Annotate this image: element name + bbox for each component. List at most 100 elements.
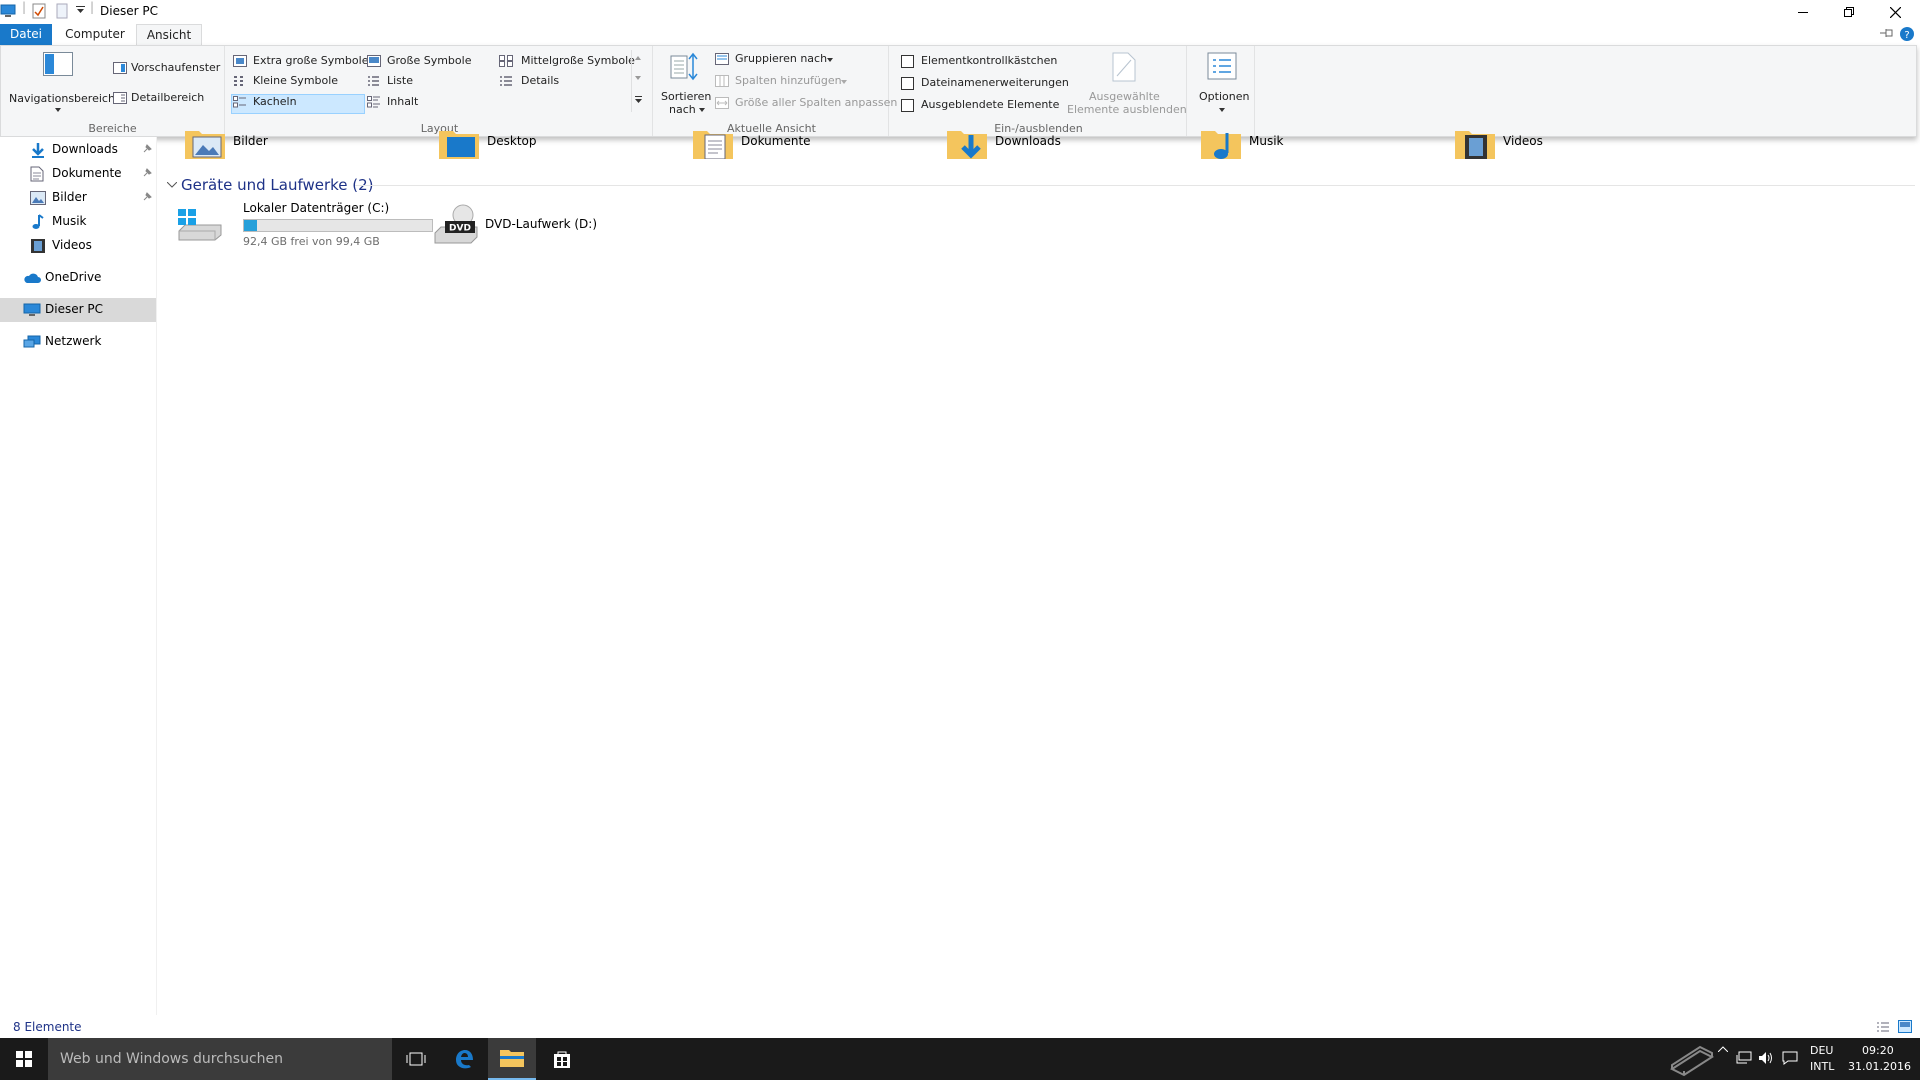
folder-videos[interactable]: Videos <box>1455 131 1655 165</box>
chevron-up-icon[interactable] <box>1718 1046 1728 1052</box>
ausgewaehlte-ausblenden-button: Ausgewählte Elemente ausblenden <box>1065 48 1187 118</box>
content-area: Bilder Desktop Dokumente Downloads Musik… <box>165 131 1917 1015</box>
layout-mittelgross[interactable]: Mittelgroße Symbole <box>499 54 639 70</box>
folder-label: Musik <box>1249 134 1284 148</box>
add-columns-icon <box>715 75 729 87</box>
clock-date[interactable]: 31.01.2016 <box>1848 1060 1911 1073</box>
navigationsbereich-button[interactable]: Navigationsbereich <box>5 48 115 118</box>
close-button[interactable] <box>1872 0 1918 24</box>
pin-icon[interactable] <box>142 144 152 154</box>
elementkontrollkaestchen-checkbox[interactable]: Elementkontrollkästchen <box>901 54 1057 70</box>
chevron-down-icon <box>827 58 833 62</box>
vorschaufenster-button[interactable]: Vorschaufenster <box>111 60 223 78</box>
status-bar: 8 Elemente <box>0 1015 1920 1038</box>
network-tray-icon[interactable] <box>1736 1051 1752 1065</box>
sortieren-label: Sortieren <box>661 90 712 103</box>
dateinamenerweiterungen-checkbox[interactable]: Dateinamenerweiterungen <box>901 76 1069 92</box>
volume-icon[interactable] <box>1758 1051 1774 1065</box>
customize-toolbar-icon[interactable] <box>76 6 85 14</box>
file-explorer-button[interactable] <box>488 1038 536 1080</box>
task-view-button[interactable] <box>392 1038 440 1080</box>
edge-icon <box>456 1050 473 1069</box>
sidebar-item-downloads[interactable]: Downloads <box>0 139 156 161</box>
layout-liste[interactable]: Liste <box>367 74 497 90</box>
optionen-label: Optionen <box>1199 90 1250 103</box>
content-icon <box>367 96 381 108</box>
drive-usage-fill <box>244 220 258 231</box>
music-folder-icon <box>1201 127 1241 161</box>
folder-downloads[interactable]: Downloads <box>947 131 1147 165</box>
checkbox-label: Elementkontrollkästchen <box>921 54 1058 67</box>
layout-gross[interactable]: Große Symbole <box>367 54 497 70</box>
chevron-up-icon[interactable] <box>635 56 641 60</box>
start-button[interactable] <box>0 1038 48 1080</box>
sortieren-button[interactable]: Sortieren nach <box>659 48 712 118</box>
pin-icon[interactable] <box>142 192 152 202</box>
large-icons-view-icon[interactable] <box>1898 1020 1912 1033</box>
edge-button[interactable] <box>440 1038 488 1080</box>
checkbox[interactable] <box>901 55 914 68</box>
checkbox[interactable] <box>901 99 914 112</box>
search-input[interactable]: Web und Windows durchsuchen <box>48 1038 392 1080</box>
sidebar-item-label: Dokumente <box>52 166 122 180</box>
ausgeblendete-elemente-checkbox[interactable]: Ausgeblendete Elemente <box>901 98 1061 114</box>
gruppieren-button[interactable]: Gruppieren nach <box>715 52 885 68</box>
windows-logo-icon <box>16 1051 32 1067</box>
sidebar-item-netzwerk[interactable]: Netzwerk <box>0 331 156 353</box>
ausgewaehlte-label-2: Elemente ausblenden <box>1067 103 1187 116</box>
layout-gallery-scroll[interactable] <box>631 50 645 112</box>
new-folder-icon[interactable] <box>56 3 68 19</box>
drive-d[interactable]: DVD DVD-Laufwerk (D:) <box>433 201 633 247</box>
checkbox[interactable] <box>901 77 914 90</box>
layout-inhalt[interactable]: Inhalt <box>367 95 497 111</box>
help-icon[interactable]: ? <box>1900 27 1914 41</box>
computer-icon <box>23 303 41 317</box>
folder-bilder[interactable]: Bilder <box>185 131 385 165</box>
properties-icon[interactable] <box>32 3 46 19</box>
tiles-icon <box>233 96 247 108</box>
folder-musik[interactable]: Musik <box>1201 131 1401 165</box>
restore-button[interactable] <box>1826 0 1872 24</box>
language-indicator[interactable]: DEU <box>1810 1044 1833 1057</box>
layout-klein[interactable]: Kleine Symbole <box>233 74 363 90</box>
store-button[interactable] <box>538 1038 586 1080</box>
details-icon <box>499 75 513 87</box>
sidebar-item-dieser-pc[interactable]: Dieser PC <box>0 298 156 322</box>
chevron-down-icon[interactable] <box>635 76 641 80</box>
detailbereich-button[interactable]: Detailbereich <box>111 90 223 108</box>
tab-datei[interactable]: Datei <box>0 24 52 45</box>
minimize-button[interactable] <box>1780 0 1826 24</box>
layout-label: Extra große Symbole <box>253 54 369 67</box>
sidebar-item-videos[interactable]: Videos <box>0 235 156 257</box>
sidebar-item-musik[interactable]: Musik <box>0 211 156 233</box>
groesse-spalten-button: Größe aller Spalten anpassen <box>715 96 897 112</box>
minimize-icon <box>1798 12 1808 13</box>
folder-label: Downloads <box>995 134 1061 148</box>
details-view-icon[interactable] <box>1876 1021 1890 1033</box>
action-center-icon[interactable] <box>1782 1051 1798 1065</box>
layout-extra-gross[interactable]: Extra große Symbole <box>233 54 368 70</box>
keyboard-layout-indicator[interactable]: INTL <box>1810 1060 1834 1073</box>
navigationsbereich-label: Navigationsbereich <box>9 92 115 105</box>
folder-desktop[interactable]: Desktop <box>439 131 639 165</box>
pin-icon[interactable] <box>142 168 152 178</box>
sidebar-item-bilder[interactable]: Bilder <box>0 187 156 209</box>
item-count: 8 Elemente <box>13 1020 82 1034</box>
search-placeholder: Web und Windows durchsuchen <box>60 1051 284 1067</box>
tab-computer[interactable]: Computer <box>58 24 132 45</box>
folder-dokumente[interactable]: Dokumente <box>693 131 893 165</box>
optionen-button[interactable]: Optionen <box>1193 48 1251 118</box>
pin-ribbon-icon[interactable] <box>1880 28 1894 38</box>
layout-details[interactable]: Details <box>499 74 629 90</box>
sidebar-item-onedrive[interactable]: OneDrive <box>0 267 156 289</box>
svg-text:?: ? <box>1904 30 1909 41</box>
drive-c[interactable]: Lokaler Datenträger (C:) 92,4 GB frei vo… <box>177 201 433 248</box>
expand-gallery-icon[interactable] <box>635 96 642 103</box>
layout-kacheln[interactable]: Kacheln <box>233 95 363 111</box>
large-icons-icon <box>367 55 381 67</box>
folder-label: Desktop <box>487 134 537 148</box>
tab-ansicht[interactable]: Ansicht <box>136 24 202 45</box>
clock-time[interactable]: 09:20 <box>1862 1044 1894 1057</box>
size-columns-icon <box>715 97 729 109</box>
sidebar-item-dokumente[interactable]: Dokumente <box>0 163 156 185</box>
